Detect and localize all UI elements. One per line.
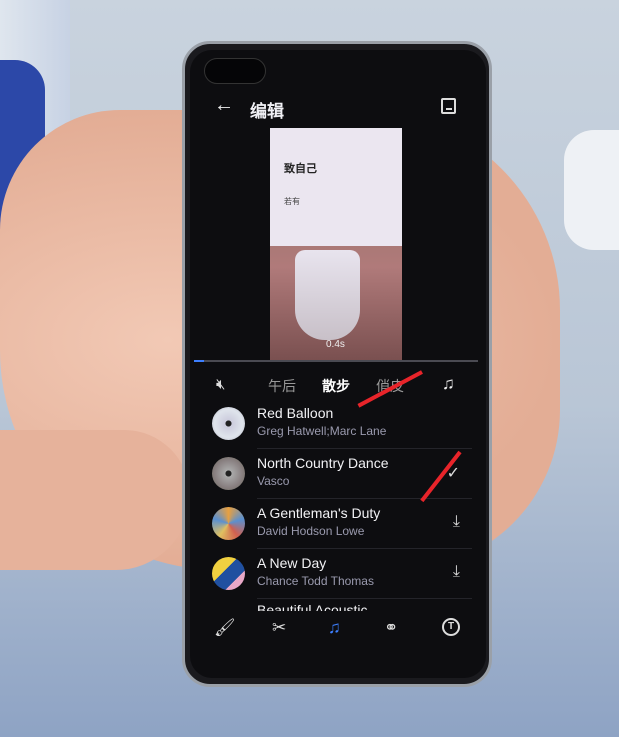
song-title: A Gentleman's Duty [257, 505, 381, 521]
page-title: 编辑 [250, 102, 284, 121]
song-item[interactable]: A Gentleman's Duty David Hodson Lowe ⤓ [212, 499, 472, 549]
style-item-selected[interactable]: 散步 [322, 376, 350, 396]
album-cover [212, 557, 245, 590]
album-cover [212, 407, 245, 440]
save-icon[interactable] [441, 98, 456, 114]
song-item[interactable]: Red Balloon Greg Hatwell;Marc Lane [212, 399, 472, 449]
bottom-tab-bar: 🖌︎ ✂︎ ♫ ⚭ T [190, 618, 486, 646]
album-cover [212, 507, 245, 540]
phone-screen: ← 编辑 致自己 若有 0.4s 🔇︎ 午后 散步 俏皮 ♫ Red Ballo… [190, 50, 486, 678]
song-artist: Chance Todd Thomas [257, 574, 374, 588]
music-note-icon[interactable]: ♫ [442, 374, 455, 394]
preview-time: 0.4s [326, 339, 345, 350]
music-note-icon[interactable]: ♫ [328, 618, 341, 638]
download-icon[interactable]: ⤓ [453, 513, 460, 531]
preview-card: 致自己 若有 [270, 128, 402, 246]
download-icon[interactable]: ⤓ [453, 563, 460, 581]
progress-bar[interactable] [194, 360, 478, 362]
song-item-selected[interactable]: North Country Dance Vasco ✓ [212, 449, 472, 499]
progress-fill [194, 360, 204, 362]
song-artist: Greg Hatwell;Marc Lane [257, 424, 387, 438]
background-object [564, 130, 619, 250]
mute-icon[interactable]: 🔇︎ [216, 376, 225, 393]
style-item[interactable]: 午后 [268, 376, 296, 396]
arrow-left-icon[interactable]: ← [214, 94, 234, 117]
text-icon[interactable]: T [442, 618, 460, 636]
song-artist: Vasco [257, 474, 290, 488]
album-cover [212, 457, 245, 490]
scissors-icon[interactable]: ✂︎ [272, 618, 286, 638]
song-artist: David Hodson Lowe [257, 524, 365, 538]
paint-roller-icon[interactable]: 🖌︎ [214, 618, 236, 638]
music-style-selector: 🔇︎ 午后 散步 俏皮 ♫ [190, 374, 486, 396]
song-title: Beautiful Acoustic [257, 602, 368, 611]
card-title: 致自己 [284, 163, 317, 175]
camera-cutout [204, 58, 266, 84]
song-item[interactable]: A New Day Chance Todd Thomas ⤓ [212, 549, 472, 599]
song-title: North Country Dance [257, 455, 389, 471]
hand [0, 430, 190, 570]
song-item[interactable]: Beautiful Acoustic [212, 599, 472, 611]
preview-image [295, 250, 360, 340]
card-subtitle: 若有 [284, 197, 300, 206]
filter-circles-icon[interactable]: ⚭ [384, 618, 398, 638]
song-title: A New Day [257, 555, 327, 571]
song-title: Red Balloon [257, 405, 334, 421]
